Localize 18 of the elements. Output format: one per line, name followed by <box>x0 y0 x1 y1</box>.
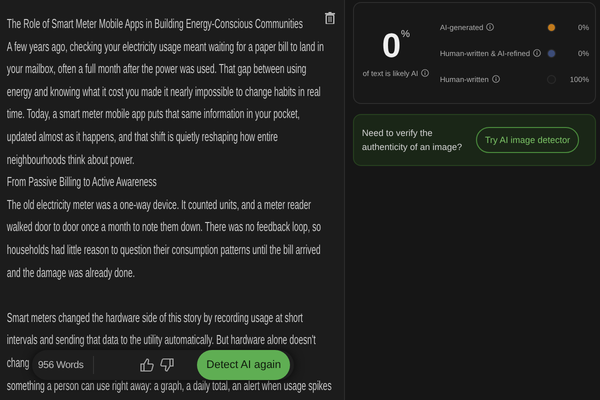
trash-icon[interactable] <box>325 12 335 24</box>
info-icon[interactable] <box>492 75 500 83</box>
info-icon[interactable] <box>421 69 430 77</box>
detect-ai-button[interactable]: Detect AI again <box>197 350 290 380</box>
thumbs-up-icon[interactable] <box>140 358 154 372</box>
thumbs-down-icon[interactable] <box>160 358 174 372</box>
document-title: The Role of Smart Meter Mobile Apps in Building Energy-Conscious Communities <box>6 15 303 33</box>
info-icon[interactable] <box>533 49 541 57</box>
ai-score: 0 <box>382 28 401 62</box>
promo-text: Need to verify the authenticity of an image? <box>362 127 464 154</box>
image-detector-button[interactable]: Try AI image detector <box>476 127 580 153</box>
paragraph: The old electricity meter was a one-way device. It counted units, and a meter reader walked door to door once a month to note them down. There was no feedback loop, so households had little reason to question their consumption patterns until the bill arrived and the damage was already done. <box>6 196 321 282</box>
word-count: 956 Words <box>38 360 84 370</box>
section-heading: From Passive Billing to Active Awareness <box>6 173 157 192</box>
text-line: chang <box>6 354 30 372</box>
paragraph: A few years ago, checking your electricity usage meant waiting for a paper bill to land in your mailbox, often a full month after the power was used. That gap between using energy and knowing what it cost you made it nearly impossible to change habits in real time. Today, a smart meter mobile app puts that same information in your pocket, updated almost as it happens, and that shift is quietly reshaping how entire neighbourhoods think about power. <box>6 38 324 169</box>
info-icon[interactable] <box>486 23 494 31</box>
percent-sign: % <box>400 28 410 40</box>
